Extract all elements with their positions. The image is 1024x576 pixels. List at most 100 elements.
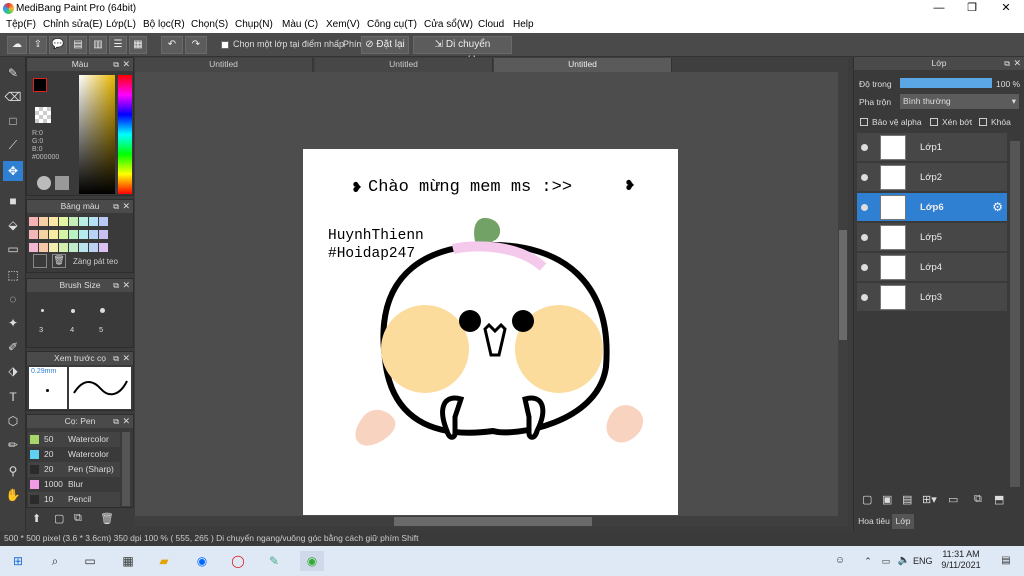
palette-swatch[interactable] — [69, 217, 78, 226]
palette-swatch[interactable] — [99, 230, 108, 239]
transparent-swatch[interactable] — [35, 107, 51, 123]
close-button[interactable]: ✕ — [989, 0, 1023, 17]
pin-icon[interactable]: ⧉ — [1004, 57, 1010, 70]
paint-app-icon[interactable]: ✎ — [264, 551, 284, 571]
hue-slider[interactable] — [118, 75, 132, 194]
new-8bit-layer-icon[interactable]: ▤ — [902, 493, 912, 506]
lock-checkbox[interactable] — [979, 118, 987, 126]
color-picker-icon[interactable] — [55, 176, 69, 190]
menu-file[interactable]: Tệp(F) — [6, 19, 36, 30]
horizontal-scrollbar[interactable] — [135, 516, 848, 527]
tab-untitled-3[interactable]: Untitled — [494, 58, 672, 72]
tab-untitled-2[interactable]: Untitled — [315, 58, 493, 72]
pin-icon[interactable]: ⧉ — [113, 352, 119, 365]
cloud-icon[interactable]: ☁ — [7, 36, 27, 54]
close-icon[interactable]: ✕ — [122, 352, 130, 365]
color-wheel-icon[interactable] — [37, 176, 51, 190]
palette-swatch[interactable] — [59, 243, 68, 252]
add-brush-icon[interactable]: ⬆ — [32, 512, 41, 525]
palette-swatch[interactable] — [39, 217, 48, 226]
brush-dot[interactable] — [100, 308, 105, 313]
notification-icon[interactable]: ▤ — [996, 551, 1016, 571]
document-icon[interactable]: ▥ — [89, 36, 107, 54]
brush-settings-icon[interactable]: ⧉ — [74, 512, 82, 525]
menu-edit[interactable]: Chỉnh sửa(E) — [43, 19, 103, 30]
opacity-slider[interactable] — [900, 78, 992, 88]
search-icon[interactable]: ⌕ — [45, 551, 65, 571]
visibility-icon[interactable] — [861, 174, 868, 181]
reset-button[interactable]: ⊘ Đặt lại — [361, 36, 409, 54]
palette-swatch[interactable] — [69, 243, 78, 252]
horizontal-scroll-thumb[interactable] — [394, 517, 592, 526]
pin-icon[interactable]: ⧉ — [113, 415, 119, 428]
tab-navigator[interactable]: Hoa tiêu — [856, 514, 892, 529]
brush-dot[interactable] — [71, 309, 75, 313]
visibility-icon[interactable] — [861, 234, 868, 241]
comment-icon[interactable]: 💬 — [49, 36, 67, 54]
close-icon[interactable]: ✕ — [122, 279, 130, 292]
sv-picker[interactable] — [79, 75, 115, 194]
calculator-icon[interactable]: ▦ — [118, 551, 138, 571]
network-icon[interactable]: ▭ — [876, 551, 896, 571]
clock[interactable]: 11:31 AM 9/11/2021 — [940, 549, 982, 571]
menu-cloud[interactable]: Cloud — [478, 19, 504, 30]
palette-swatch[interactable] — [69, 230, 78, 239]
new-brush-icon[interactable]: ▢ — [54, 512, 64, 525]
menu-view[interactable]: Xem(V) — [326, 19, 360, 30]
palette-swatch[interactable] — [99, 243, 108, 252]
layer-item[interactable]: Lớp5 — [857, 223, 1007, 252]
zalo-icon[interactable]: ◉ — [192, 551, 212, 571]
gear-icon[interactable]: ⚙ — [992, 200, 1003, 214]
palette-swatch[interactable] — [89, 217, 98, 226]
new-layer-icon[interactable]: ▢ — [862, 493, 872, 506]
menu-window[interactable]: Cửa sổ(W) — [424, 19, 473, 30]
protect-alpha-checkbox[interactable] — [860, 118, 868, 126]
select-pen-tool-icon[interactable]: ✐ — [3, 337, 23, 357]
task-view-icon[interactable]: ▭ — [80, 551, 100, 571]
language-indicator[interactable]: ENG — [913, 556, 933, 566]
delete-brush-icon[interactable]: 🗑 — [100, 512, 114, 525]
menu-help[interactable]: Help — [513, 19, 534, 30]
palette-swatch[interactable] — [39, 243, 48, 252]
close-icon[interactable]: ✕ — [122, 415, 130, 428]
layer-item[interactable]: Lớp2 — [857, 163, 1007, 192]
pin-icon[interactable]: ⧉ — [113, 58, 119, 71]
share-icon[interactable]: ⇪ — [29, 36, 47, 54]
bucket-tool-icon[interactable]: ⬙ — [3, 215, 23, 235]
dropper-tool-icon[interactable]: ⚲ — [3, 461, 23, 481]
brush-item[interactable]: 10 Pencil — [28, 492, 120, 507]
brush-list-scrollbar[interactable] — [122, 432, 130, 506]
layer-item[interactable]: Lớp3 — [857, 283, 1007, 312]
folder-icon[interactable]: ▭ — [948, 493, 958, 506]
menu-color[interactable]: Màu (C) — [282, 19, 318, 30]
select-layer-checkbox[interactable] — [221, 41, 229, 49]
palette-swatch[interactable] — [29, 217, 38, 226]
vertical-scroll-thumb[interactable] — [839, 230, 847, 340]
palette-swatch[interactable] — [29, 230, 38, 239]
volume-icon[interactable]: 🔈 — [894, 551, 914, 571]
lasso-tool-icon[interactable]: ◌ — [3, 289, 23, 309]
eraser-tool-icon[interactable]: ⌫ — [3, 87, 23, 107]
visibility-icon[interactable] — [861, 204, 868, 211]
palette-swatch[interactable] — [59, 217, 68, 226]
rectangle-tool-icon[interactable]: □ — [3, 111, 23, 131]
grid-icon[interactable]: ▦ — [129, 36, 147, 54]
palette-swatch[interactable] — [79, 217, 88, 226]
medibang-icon[interactable]: ◉ — [300, 551, 324, 571]
palette-swatch[interactable] — [49, 243, 58, 252]
layer-item[interactable]: Lớp6 ⚙ — [857, 193, 1007, 222]
fill-rect-tool-icon[interactable]: ■ — [3, 191, 23, 211]
select-rect-tool-icon[interactable]: ⬚ — [3, 265, 23, 285]
menu-capture[interactable]: Chụp(N) — [235, 19, 273, 30]
blend-mode-select[interactable]: Bình thường ▾ — [900, 94, 1019, 109]
people-icon[interactable]: ☺ — [830, 551, 850, 571]
list-icon[interactable]: ☰ — [109, 36, 127, 54]
new-palette-icon[interactable] — [33, 254, 47, 268]
visibility-icon[interactable] — [861, 144, 868, 151]
message-icon[interactable]: ▤ — [69, 36, 87, 54]
tab-layer[interactable]: Lớp — [892, 514, 914, 529]
tab-untitled-1[interactable]: Untitled — [135, 58, 313, 72]
close-icon[interactable]: ✕ — [122, 58, 130, 71]
drawing-canvas[interactable]: Chào mừng mem ms :>> ❥ ❥ HuynhThienn #Ho… — [303, 149, 678, 515]
palette-swatch[interactable] — [49, 217, 58, 226]
